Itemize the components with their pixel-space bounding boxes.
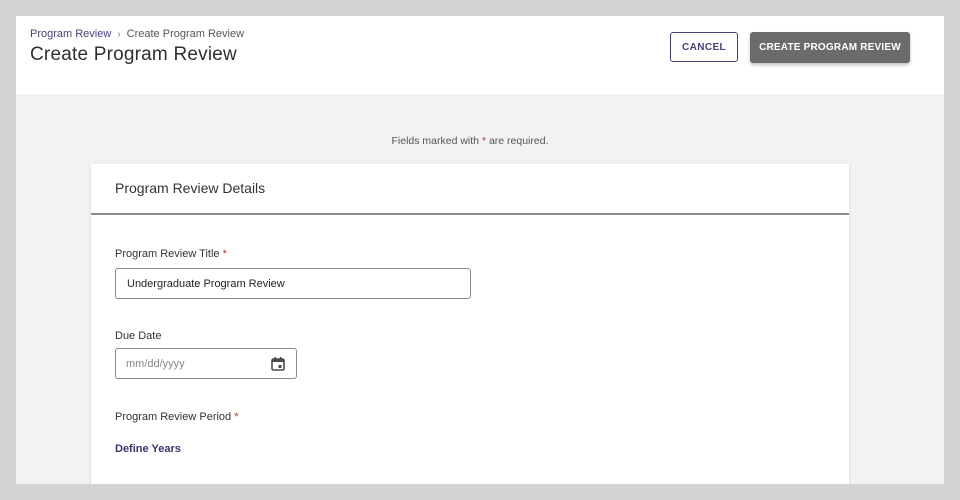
page-header: Program Review › Create Program Review Cre… [16,16,944,94]
page-title: Create Program Review [30,44,237,65]
breadcrumb-separator: › [117,29,121,40]
calendar-icon[interactable] [270,356,286,372]
required-note-suffix: are required. [488,135,549,147]
define-years-link[interactable]: Define Years [115,443,181,455]
period-required-asterisk: * [234,411,239,423]
required-note-asterisk: * [481,135,487,147]
required-fields-note: Fields marked with * are required. [16,135,924,147]
title-required-asterisk: * [222,248,227,260]
program-review-details-card: Program Review Details Program Review Ti… [91,164,849,484]
due-date-label: Due Date [115,330,162,342]
breadcrumb: Program Review › Create Program Review [30,28,244,40]
program-review-title-input[interactable]: Undergraduate Program Review [115,268,471,299]
due-date-input[interactable]: mm/dd/yyyy [115,348,297,379]
review-period-label: Program Review Period * [115,411,239,423]
create-program-review-button[interactable]: CREATE PROGRAM REVIEW [750,32,910,63]
card-title: Program Review Details [115,180,266,196]
title-field-label: Program Review Title * [115,248,227,260]
card-header: Program Review Details [91,164,849,215]
breadcrumb-program-review-link[interactable]: Program Review [30,28,111,40]
cancel-button[interactable]: CANCEL [670,32,738,62]
title-label-text: Program Review Title [115,248,220,260]
app-frame: Program Review › Create Program Review Cre… [16,16,944,484]
breadcrumb-current: Create Program Review [126,28,245,40]
period-label-text: Program Review Period [115,411,232,423]
required-note-prefix: Fields marked with [391,135,480,147]
title-input-value: Undergraduate Program Review [127,277,285,290]
due-date-placeholder: mm/dd/yyyy [126,357,185,370]
